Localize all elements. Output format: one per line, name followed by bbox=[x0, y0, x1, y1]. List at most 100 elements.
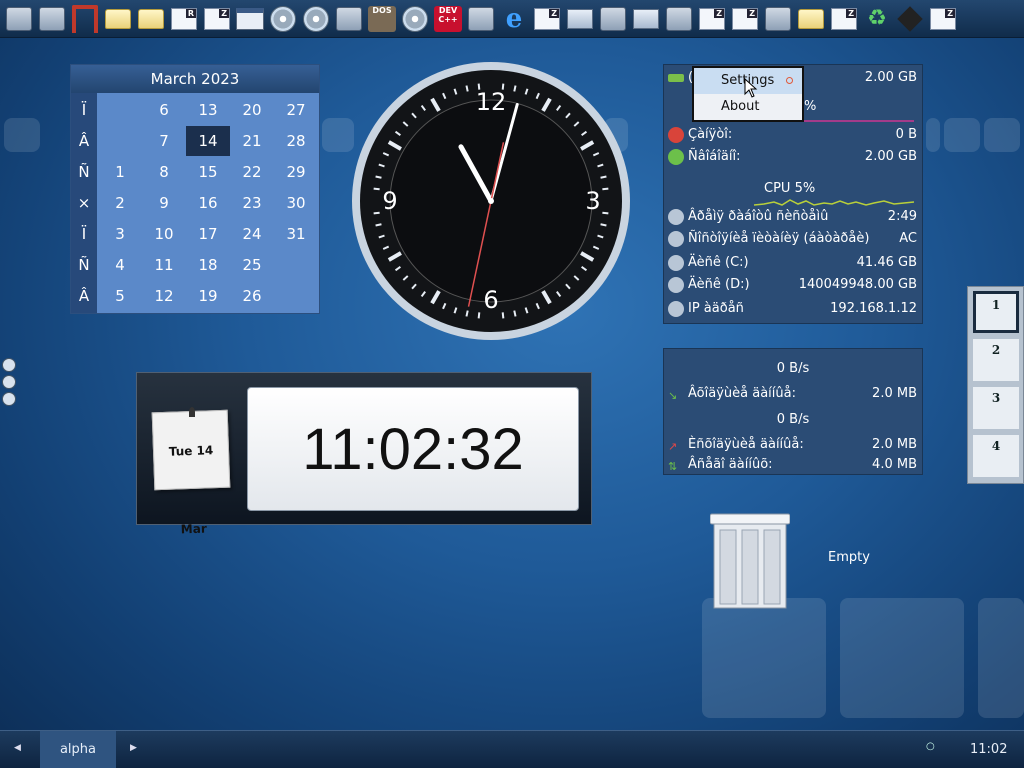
calendar-date-cell[interactable]: 23 bbox=[230, 188, 274, 218]
calendar-date-cell[interactable]: 28 bbox=[274, 126, 318, 156]
calendar-date-cell[interactable]: 18 bbox=[186, 250, 230, 280]
mouse-cursor-icon bbox=[744, 78, 758, 98]
tray-indicator-icon[interactable]: ○ bbox=[926, 741, 935, 752]
calendar-date-cell[interactable]: 15 bbox=[186, 157, 230, 187]
folder-icon[interactable] bbox=[103, 4, 133, 34]
z-document-icon[interactable]: Z bbox=[928, 4, 958, 34]
calendar-date-cell[interactable]: 26 bbox=[230, 281, 274, 311]
calendar-date-cell[interactable]: 9 bbox=[142, 188, 186, 218]
calendar-date-cell[interactable]: 8 bbox=[142, 157, 186, 187]
cube-icon[interactable] bbox=[895, 4, 925, 34]
workspace-2[interactable]: 2 bbox=[973, 339, 1019, 381]
browser-icon[interactable] bbox=[2, 358, 16, 372]
digital-time: 11:02:32 bbox=[247, 387, 579, 511]
launcher-label: DEV C++ bbox=[434, 5, 462, 32]
calendar-date-cell[interactable]: 25 bbox=[230, 250, 274, 280]
calendar-date-cell[interactable]: 20 bbox=[230, 95, 274, 125]
calendar-date-cell[interactable]: 4 bbox=[98, 250, 142, 280]
trash-icon[interactable] bbox=[710, 510, 790, 610]
workspace-3[interactable]: 3 bbox=[973, 387, 1019, 429]
z-document-icon[interactable]: Z bbox=[532, 4, 562, 34]
raccoon-icon[interactable] bbox=[664, 4, 694, 34]
calendar-widget: March 2023 Ï Â Ñ × Ï Ñ Â 1 2 3 4 5 6 7 8 9 10 11 12 13 14 15… bbox=[70, 64, 320, 314]
workspace-1[interactable]: 1 bbox=[973, 291, 1019, 333]
calendar-date-cell[interactable]: 2 bbox=[98, 188, 142, 218]
taskbar-scroll-left-icon[interactable]: ◀ bbox=[14, 743, 21, 753]
taskbar: ◀ alpha ▶ ○ 11:02 bbox=[0, 730, 1024, 768]
calendar-date-cell[interactable]: 24 bbox=[230, 219, 274, 249]
calendar-day-name: Ñ bbox=[78, 163, 90, 181]
recycle-icon[interactable]: ♻ bbox=[862, 4, 892, 34]
calendar-date-cell[interactable]: 29 bbox=[274, 157, 318, 187]
calendar-date-cell[interactable]: 6 bbox=[142, 95, 186, 125]
calendar-date-cell[interactable]: 17 bbox=[186, 219, 230, 249]
calendar-date-cell[interactable]: 30 bbox=[274, 188, 318, 218]
z-document-icon[interactable]: Z bbox=[202, 4, 232, 34]
network-tool-icon[interactable] bbox=[466, 4, 496, 34]
z-document-icon[interactable]: Z bbox=[697, 4, 727, 34]
atom-icon[interactable] bbox=[334, 4, 364, 34]
drive-icon bbox=[668, 255, 684, 271]
pin-icon bbox=[189, 407, 195, 417]
calendar-date-cell[interactable]: 10 bbox=[142, 219, 186, 249]
outgoing-data-value: 2.0 MB bbox=[872, 437, 917, 452]
calendar-date-cell[interactable]: 19 bbox=[186, 281, 230, 311]
uptime-row-value: 2:49 bbox=[887, 209, 917, 224]
r-document-icon[interactable]: R bbox=[169, 4, 199, 34]
terminal-icon[interactable] bbox=[37, 4, 67, 34]
calendar-month-title[interactable]: March 2023 bbox=[71, 65, 319, 93]
z-document-icon[interactable]: Z bbox=[829, 4, 859, 34]
taskbar-clock[interactable]: 11:02 bbox=[970, 731, 1007, 768]
computer-icon[interactable] bbox=[565, 4, 595, 34]
calendar-date-cell[interactable]: 12 bbox=[142, 281, 186, 311]
media-player-icon[interactable] bbox=[2, 392, 16, 406]
calendar-date-cell[interactable]: 7 bbox=[142, 126, 186, 156]
side-quicklaunch bbox=[2, 355, 20, 413]
date-note: Tue 14 Mar bbox=[151, 409, 231, 536]
calendar-today-cell[interactable]: 14 bbox=[186, 126, 230, 156]
calendar-date-cell[interactable]: 1 bbox=[98, 157, 142, 187]
z-document-icon[interactable]: Z bbox=[730, 4, 760, 34]
taskbar-scroll-right-icon[interactable]: ▶ bbox=[130, 743, 137, 753]
memory-icon bbox=[668, 74, 684, 82]
clock-tick bbox=[373, 187, 380, 191]
folder-icon[interactable] bbox=[136, 4, 166, 34]
calendar-date-cell[interactable]: 27 bbox=[274, 95, 318, 125]
workspace-4[interactable]: 4 bbox=[973, 435, 1019, 477]
app-icon[interactable] bbox=[70, 4, 100, 34]
mail-icon[interactable] bbox=[598, 4, 628, 34]
calendar-date-cell[interactable]: 16 bbox=[186, 188, 230, 218]
internet-explorer-icon[interactable]: e bbox=[499, 4, 529, 34]
disc-icon[interactable] bbox=[268, 4, 298, 34]
monitor-icon[interactable] bbox=[631, 4, 661, 34]
launcher-label: e bbox=[505, 3, 523, 34]
devcpp-icon[interactable]: DEV C++ bbox=[433, 4, 463, 34]
calendar-day-name: Â bbox=[78, 132, 90, 150]
calendar-date-cell[interactable]: 31 bbox=[274, 219, 318, 249]
cd-icon[interactable] bbox=[301, 4, 331, 34]
dosbox-icon[interactable]: DOS bbox=[367, 4, 397, 34]
launcher-label: Z bbox=[219, 8, 229, 18]
clock-center-cap bbox=[488, 198, 494, 204]
context-menu: Settings About bbox=[692, 66, 804, 122]
window-icon[interactable] bbox=[235, 4, 265, 34]
calendar-day-name: Ñ bbox=[78, 256, 90, 274]
taskbar-task-alpha[interactable]: alpha bbox=[40, 731, 116, 768]
total-data-value: 4.0 MB bbox=[872, 457, 917, 472]
calendar-date-cell[interactable]: 22 bbox=[230, 157, 274, 187]
calendar-date-cell[interactable]: 3 bbox=[98, 219, 142, 249]
terminal-icon[interactable] bbox=[4, 4, 34, 34]
check-icon bbox=[668, 149, 684, 165]
calendar-date-cell[interactable]: 11 bbox=[142, 250, 186, 280]
disc-tool-icon[interactable] bbox=[400, 4, 430, 34]
memory-percent: % bbox=[804, 99, 817, 114]
calendar-date-cell[interactable]: 5 bbox=[98, 281, 142, 311]
folder-icon[interactable] bbox=[796, 4, 826, 34]
app-icon[interactable] bbox=[2, 375, 16, 389]
upload-speed: 0 B/s bbox=[776, 412, 810, 427]
chart-tool-icon[interactable] bbox=[763, 4, 793, 34]
radio-indicator-icon bbox=[786, 77, 793, 84]
calendar-date-cell[interactable]: 21 bbox=[230, 126, 274, 156]
calendar-date-cell[interactable]: 13 bbox=[186, 95, 230, 125]
desktop-ghost-tile bbox=[984, 118, 1020, 152]
